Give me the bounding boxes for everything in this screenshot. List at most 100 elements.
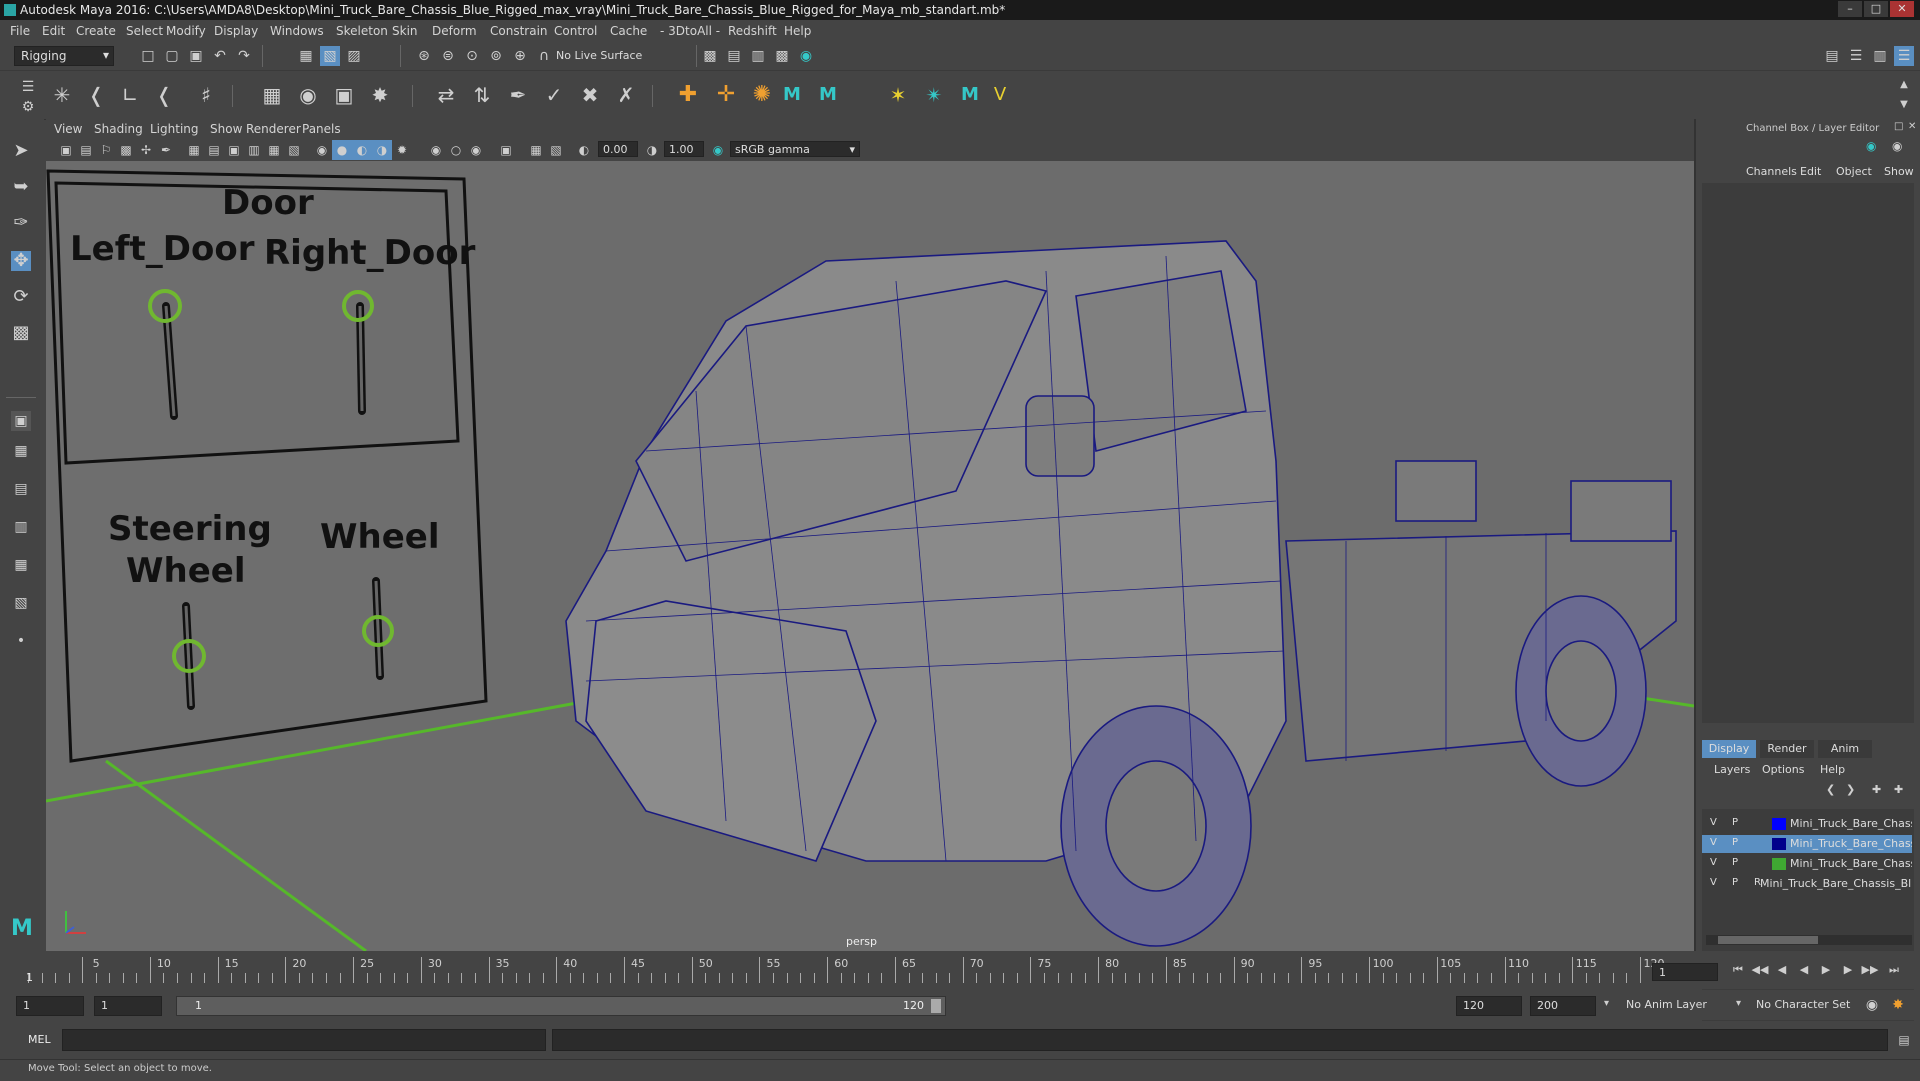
layer-color-swatch[interactable] — [1772, 838, 1786, 850]
render-view-icon[interactable]: ▩ — [700, 46, 720, 66]
channel-box-menu-item[interactable]: Object — [1836, 165, 1872, 178]
hik-icon[interactable]: M — [782, 85, 802, 105]
grease-pencil-icon[interactable]: ✒ — [156, 140, 176, 160]
layer-visibility-toggle[interactable]: V — [1710, 857, 1717, 868]
menu-item[interactable]: Deform — [432, 24, 477, 38]
playback-start-field[interactable]: 1 — [94, 996, 162, 1016]
menu-item[interactable]: Edit — [42, 24, 65, 38]
chevron-down-icon[interactable]: ▾ — [1604, 998, 1609, 1009]
hypershade-icon[interactable]: ◉ — [796, 46, 816, 66]
layer-name[interactable]: Mini_Truck_Bare_Chassis — [1790, 857, 1912, 870]
lattice-icon[interactable]: ▦ — [262, 85, 282, 105]
pole-vector-icon[interactable]: M — [960, 85, 980, 105]
panel-menu-item[interactable]: View — [54, 122, 82, 136]
panel-menu-item[interactable]: Renderer — [246, 122, 301, 136]
color-management-icon[interactable]: ◉ — [708, 140, 728, 160]
image-plane-icon[interactable]: ▩ — [116, 140, 136, 160]
wrap-deformer-icon[interactable]: ▣ — [334, 85, 354, 105]
auto-key-icon[interactable]: ◉ — [1862, 995, 1882, 1015]
move-layer-up-icon[interactable]: ❮ — [1826, 783, 1835, 796]
redo-icon[interactable]: ↷ — [234, 46, 254, 66]
layer-visibility-toggle[interactable]: V — [1710, 877, 1717, 888]
chevron-down-icon[interactable]: ▾ — [1736, 998, 1741, 1009]
maximize-button[interactable]: □ — [1864, 1, 1888, 17]
hammer-weights-icon[interactable]: ✖ — [580, 85, 600, 105]
layer-row[interactable]: V P Mini_Truck_Bare_Chassis — [1702, 835, 1912, 853]
channel-box-menu-item[interactable]: Edit — [1800, 165, 1821, 178]
film-gate-icon[interactable]: ▤ — [204, 140, 224, 160]
layer-name[interactable]: Mini_Truck_Bare_Chassis_Blu — [1760, 877, 1912, 890]
parent-constraint-icon[interactable]: ✛ — [716, 84, 736, 106]
panel-menu-item[interactable]: Show — [210, 122, 242, 136]
persp-uv-icon[interactable]: ▧ — [11, 593, 31, 613]
open-scene-icon[interactable]: ▢ — [162, 46, 182, 66]
undo-icon[interactable]: ↶ — [210, 46, 230, 66]
persp-graph-icon[interactable]: ▥ — [11, 517, 31, 537]
panel-menu-item[interactable]: Shading — [94, 122, 143, 136]
single-view-icon[interactable]: ▣ — [11, 411, 31, 431]
menu-item[interactable]: Cache — [610, 24, 647, 38]
scene-canvas[interactable] — [46, 161, 1694, 951]
prune-weights-icon[interactable]: ✗ — [616, 85, 636, 105]
tool-settings-toggle-icon[interactable]: ☰ — [1846, 46, 1866, 66]
new-layer-icon[interactable]: ✚ — [1872, 783, 1881, 796]
step-back-key-icon[interactable]: ◀◀ — [1750, 960, 1770, 980]
anti-alias-icon[interactable]: ◉ — [466, 140, 486, 160]
select-camera-icon[interactable]: ▣ — [56, 140, 76, 160]
command-input[interactable] — [62, 1029, 546, 1051]
mirror-joint-icon[interactable]: ❬ — [154, 85, 174, 105]
shelf-scroll-up-icon[interactable]: ▲ — [1894, 75, 1914, 95]
xray-icon[interactable]: ▦ — [526, 140, 546, 160]
animation-end-field[interactable]: 200 — [1530, 996, 1596, 1016]
snap-surface-icon[interactable]: ⊕ — [510, 46, 530, 66]
snap-grid-icon[interactable]: ⊛ — [414, 46, 434, 66]
layer-playback-toggle[interactable]: P — [1732, 837, 1738, 848]
menu-item[interactable]: Select — [126, 24, 163, 38]
point-constraint-icon[interactable]: ✺ — [752, 84, 772, 106]
paint-weights-icon[interactable]: ✒ — [508, 85, 528, 105]
menu-item[interactable]: Windows — [270, 24, 324, 38]
layer-editor-menu-item[interactable]: Help — [1820, 763, 1845, 776]
layer-editor-tab[interactable]: Anim — [1818, 740, 1872, 758]
channel-options-icon[interactable]: ◉ — [1866, 139, 1876, 153]
interactive-bind-icon[interactable]: ⇅ — [472, 85, 492, 105]
ipr-render-icon[interactable]: ▥ — [748, 46, 768, 66]
resolution-gate-icon[interactable]: ▣ — [224, 140, 244, 160]
menu-item[interactable]: Create — [76, 24, 116, 38]
shadows-icon[interactable]: ◉ — [426, 140, 446, 160]
perspective-viewport[interactable]: Door Left_Door Right_Door Steering Wheel… — [46, 161, 1694, 951]
layer-name[interactable]: Mini_Truck_Bare_Chassis — [1790, 837, 1912, 850]
hik-character-icon[interactable]: M — [818, 85, 838, 105]
menu-item[interactable]: Redshift — [728, 24, 777, 38]
shelf-scroll-down-icon[interactable]: ▼ — [1894, 95, 1914, 115]
play-backwards-icon[interactable]: ◀ — [1794, 960, 1814, 980]
time-slider[interactable]: 5 10 15 20 25 30 35 40 45 50 55 60 65 70 75 80 85 90 95 100… — [0, 951, 1920, 989]
outliner-toggle-icon[interactable]: ▥ — [1870, 46, 1890, 66]
ik-spline-icon[interactable]: ∟ — [120, 85, 140, 105]
bind-skin-icon[interactable]: ⇄ — [436, 85, 456, 105]
magnet-icon[interactable]: ∩ — [534, 46, 554, 66]
exposure-icon[interactable]: ◐ — [574, 140, 594, 160]
four-view-icon[interactable]: ▦ — [11, 441, 31, 461]
wireframe-icon[interactable]: ◉ — [312, 140, 332, 160]
shelf-options-icon[interactable]: ☰ — [18, 77, 38, 97]
new-layer-selected-icon[interactable]: ✚ — [1894, 783, 1903, 796]
scale-tool-icon[interactable]: ▩ — [11, 323, 31, 343]
menu-item[interactable]: Control — [554, 24, 597, 38]
script-editor-icon[interactable]: ▤ — [1894, 1030, 1914, 1050]
menu-item[interactable]: Help — [784, 24, 811, 38]
menu-item[interactable]: Modify — [166, 24, 206, 38]
custom-layout-icon[interactable]: • — [11, 631, 31, 651]
layer-name[interactable]: Mini_Truck_Bare_Chassis — [1790, 817, 1912, 830]
persp-outliner-icon[interactable]: ▤ — [11, 479, 31, 499]
channel-box-toggle-icon[interactable]: ☰ — [1894, 46, 1914, 66]
panel-menu-item[interactable]: Lighting — [150, 122, 199, 136]
character-set-dropdown[interactable]: No Character Set — [1750, 996, 1870, 1016]
channel-box-menu-item[interactable]: Channels — [1746, 165, 1797, 178]
camera-attributes-icon[interactable]: ▤ — [76, 140, 96, 160]
panel-menu-item[interactable]: Panels — [302, 122, 341, 136]
gate-mask-icon[interactable]: ▥ — [244, 140, 264, 160]
layer-row[interactable]: V P Mini_Truck_Bare_Chassis — [1702, 855, 1912, 873]
exposure-field[interactable]: 0.00 — [598, 141, 638, 157]
lasso-tool-icon[interactable]: ➥ — [11, 177, 31, 197]
